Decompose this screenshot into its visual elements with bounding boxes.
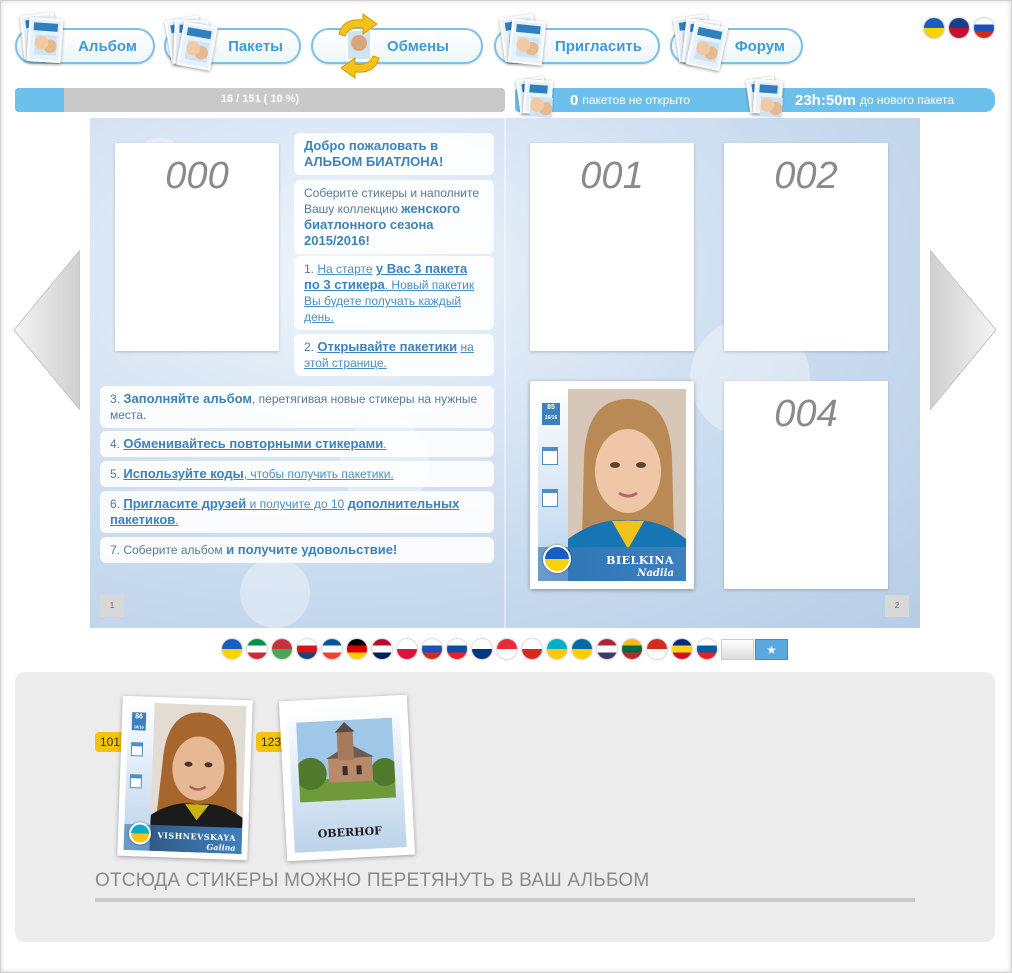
nav-packs-label: Пакеты	[228, 37, 283, 55]
belarus-flag-icon[interactable]	[272, 639, 292, 659]
invite-pack-icon	[499, 13, 547, 72]
next-page-arrow-icon[interactable]	[930, 250, 996, 410]
tray-drag-hint: ОТСЮДА СТИКЕРЫ МОЖНО ПЕРЕТЯНУТЬ В ВАШ АЛ…	[95, 870, 650, 891]
venue-photo	[296, 717, 397, 803]
album-progress-text: 16 / 151 ( 10 %)	[220, 93, 300, 105]
step-1-link[interactable]: На старте	[317, 262, 372, 276]
album-sticker-003[interactable]: 85 16/16 BIELKINA Nadiia	[530, 381, 694, 589]
exchange-arrows-icon	[338, 13, 380, 79]
france-flag-icon[interactable]	[322, 639, 342, 659]
album-pack-icon	[19, 12, 66, 70]
ukraine-flag-icon[interactable]	[924, 18, 944, 38]
blank-filter-button[interactable]	[721, 639, 754, 660]
nav-forum-label: Форум	[734, 37, 785, 55]
tray-sticker-venue[interactable]: OBERHOF	[278, 694, 416, 862]
forum-pack-icon	[673, 13, 729, 72]
star-filter-button[interactable]: ★	[755, 639, 788, 660]
kazakhstan-flag-icon[interactable]	[547, 639, 567, 659]
unopened-packs-count: 0	[570, 91, 579, 109]
finland-flag-icon[interactable]	[472, 639, 492, 659]
unopened-packs-label: пакетов не открыто	[582, 93, 691, 107]
italy-flag-icon[interactable]	[247, 639, 267, 659]
sticker-slot-002[interactable]: 002	[724, 143, 888, 351]
album-spread: 000 Добро пожаловать в АЛЬБОМ БИАТЛОНА! …	[90, 118, 920, 628]
athlete-given-name: Galina	[206, 841, 236, 853]
russia-flag-icon[interactable]	[422, 639, 442, 659]
slovakia-flag-icon[interactable]	[447, 639, 467, 659]
sticker-checkbox-icon	[542, 447, 558, 465]
page-number-right: 2	[885, 595, 909, 617]
sticker-number: 85 16/16	[542, 403, 560, 425]
sticker-checkbox-icon	[542, 489, 558, 507]
step-3: 3. Заполняйте альбом, перетягивая новые …	[100, 386, 494, 428]
next-pack-timer-value: 23h:50m	[795, 91, 856, 109]
germany-flag-icon[interactable]	[347, 639, 367, 659]
page-number-left: 1	[100, 595, 124, 617]
nav-invite-label: Пригласить	[554, 37, 642, 55]
step-2: 2. Открывайте пакетики на этой странице.	[294, 334, 494, 376]
nav-album-label: Альбом	[78, 37, 137, 55]
album-progress-bar: 16 / 151 ( 10 %)	[15, 88, 505, 112]
step-6-link[interactable]: Пригласите друзей	[123, 496, 246, 511]
slovenia-flag-icon[interactable]	[697, 639, 717, 659]
romania-flag-icon[interactable]	[672, 639, 692, 659]
ukraine-flag-icon[interactable]	[222, 639, 242, 659]
slot-number: 000	[165, 155, 229, 197]
austria-flag-icon[interactable]	[497, 639, 517, 659]
czech-flag-icon[interactable]	[297, 639, 317, 659]
step-4-link[interactable]: Обменивайтесь повторными стикерами	[123, 436, 383, 451]
canada-flag-icon[interactable]	[522, 639, 542, 659]
step-2-link[interactable]: Открывайте пакетики	[317, 339, 457, 354]
step-4: 4. Обменивайтесь повторными стикерами.	[100, 431, 494, 457]
sticker-checkbox-icon	[129, 774, 143, 789]
uk-flag-icon[interactable]	[949, 18, 969, 38]
step-6: 6. Пригласите друзей и получите до 10 до…	[100, 491, 494, 533]
album-spine	[504, 118, 506, 628]
step-7: 7. Соберите альбом и получите удовольств…	[100, 537, 494, 563]
next-pack-timer-label: до нового пакета	[859, 93, 955, 107]
sticker-number: 86 16/16	[131, 712, 147, 731]
tray-divider	[95, 898, 915, 902]
welcome-intro: Соберите стикеры и наполните Вашу коллек…	[294, 180, 494, 254]
packs-pack-icon	[164, 15, 218, 74]
athlete-surname: BIELKINA	[606, 554, 674, 567]
slot-number: 001	[580, 155, 644, 197]
prev-page-arrow-icon[interactable]	[14, 250, 80, 410]
sticker-slot-004[interactable]: 004	[724, 381, 888, 589]
step-5-link-rest[interactable]: , чтобы получить пакетики.	[244, 467, 394, 481]
next-pack-timer-bar: 23h:50m до нового пакета	[750, 88, 995, 112]
step-5-link[interactable]: Используйте коды	[123, 466, 243, 481]
ukraine-flag-icon	[543, 545, 571, 573]
sticker-checkbox-icon	[130, 742, 144, 757]
tray-sticker-athlete[interactable]: 86 16/16 VISHNEVSKAYA Galina	[117, 695, 253, 861]
switzerland-flag-icon[interactable]	[647, 639, 667, 659]
step-5: 5. Используйте коды, чтобы получить паке…	[100, 461, 494, 487]
lithuania-flag-icon[interactable]	[622, 639, 642, 659]
step-1: 1. На старте у Вас 3 пакета по 3 стикера…	[294, 256, 494, 330]
athlete-given-name: Nadiia	[637, 568, 674, 579]
norway-flag-icon[interactable]	[372, 639, 392, 659]
slot-number: 004	[774, 393, 838, 435]
russia-flag-icon[interactable]	[974, 18, 994, 38]
nav-exchanges-label: Обмены	[386, 37, 449, 55]
sticker-slot-000[interactable]: 000	[115, 143, 279, 351]
poland-flag-icon[interactable]	[397, 639, 417, 659]
usa-flag-icon[interactable]	[597, 639, 617, 659]
sticker-slot-001[interactable]: 001	[530, 143, 694, 351]
slot-number: 002	[774, 155, 838, 197]
welcome-title: Добро пожаловать в АЛЬБОМ БИАТЛОНА!	[294, 133, 494, 175]
sweden-flag-icon[interactable]	[572, 639, 592, 659]
